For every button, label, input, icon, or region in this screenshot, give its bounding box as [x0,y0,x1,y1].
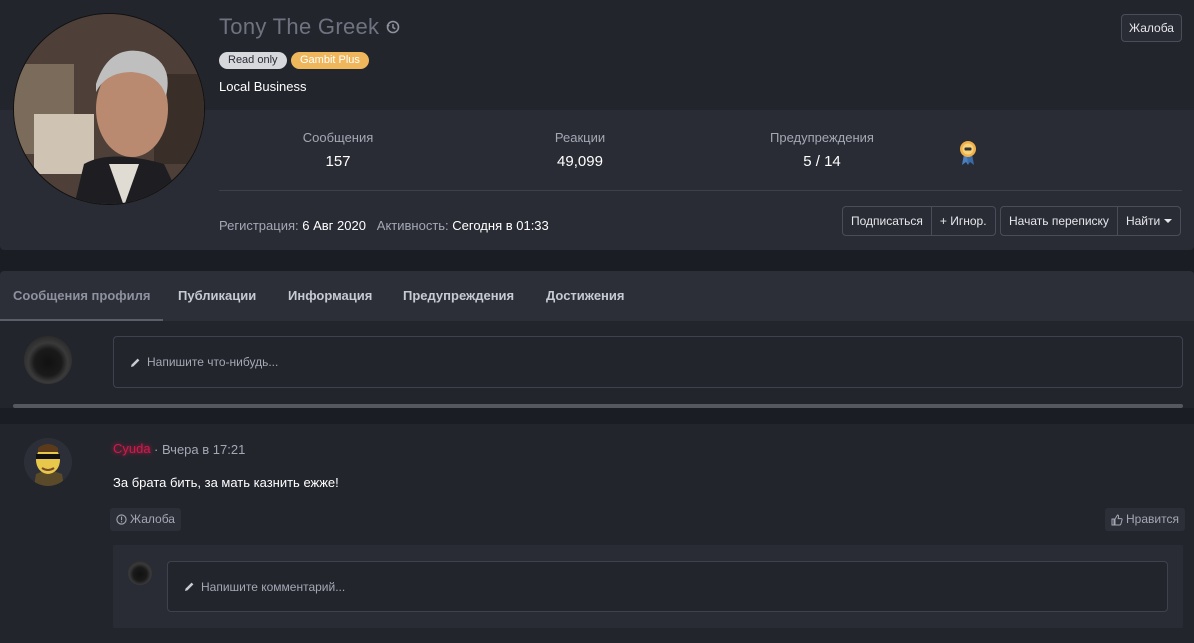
post-author-link[interactable]: Cyuda [113,441,151,456]
stat-messages[interactable]: Сообщения 157 [278,130,398,170]
thumbs-up-icon [1111,513,1123,526]
stat-reactions-label: Реакции [554,130,606,145]
find-dropdown-button[interactable]: Найти [1116,207,1180,235]
trophy-medal-icon[interactable] [958,140,978,166]
profile-username: Tony The Greek [219,14,401,40]
history-icon[interactable] [385,19,401,35]
conversation-find-group: Начать переписку Найти [1000,206,1182,236]
user-title: Local Business [219,79,307,94]
activity-value: Сегодня в 01:33 [452,218,549,233]
stat-reactions[interactable]: Реакции 49,099 [520,130,640,170]
stats-divider [219,190,1182,191]
caret-down-icon [1164,219,1173,223]
report-post-label: Жалоба [130,512,175,526]
report-icon [116,514,127,525]
profile-post-input[interactable]: Напишите что-нибудь... [113,336,1183,388]
post-body: За брата бить, за мать казнить ежже! [113,475,339,490]
registration-label: Регистрация: [219,218,299,233]
comment-user-avatar[interactable] [128,561,152,585]
pencil-icon [184,581,195,592]
username-text: Tony The Greek [219,14,380,39]
post-author-avatar[interactable] [24,438,72,486]
like-button[interactable]: Нравится [1105,508,1185,531]
tab-publications[interactable]: Публикации [178,271,256,321]
stat-messages-label: Сообщения [302,130,374,145]
post-timestamp[interactable]: · Вчера в 17:21 [154,442,245,457]
pencil-icon [130,357,141,368]
follow-button[interactable]: Подписаться [843,207,931,235]
find-label: Найти [1125,214,1161,228]
follow-ignore-group: Подписаться + Игнор. [842,206,996,236]
registration-line: Регистрация: 6 Авг 2020 Активность: Сего… [219,218,549,233]
comment-placeholder: Напишите комментарий... [201,579,346,594]
ignore-button[interactable]: + Игнор. [930,207,995,235]
start-conversation-button[interactable]: Начать переписку [1001,207,1117,235]
like-label: Нравится [1126,512,1179,526]
horizontal-scrollbar[interactable] [13,404,1183,408]
tab-achievements[interactable]: Достижения [546,271,624,321]
read-only-badge: Read only [219,52,287,69]
stat-warnings[interactable]: Предупреждения 5 / 14 [752,130,892,170]
tab-information[interactable]: Информация [288,271,372,321]
profile-post-placeholder: Напишите что-нибудь... [147,355,279,369]
report-post-button[interactable]: Жалоба [110,508,181,531]
registration-value: 6 Авг 2020 [302,218,366,233]
stat-reactions-value: 49,099 [557,153,603,170]
profile-avatar[interactable] [13,13,205,205]
stat-warnings-label: Предупреждения [770,130,874,145]
report-profile-button[interactable]: Жалоба [1121,14,1182,42]
gambit-plus-badge: Gambit Plus [291,52,369,69]
stat-warnings-value: 5 / 14 [803,153,841,170]
tab-warnings[interactable]: Предупреждения [403,271,514,321]
tab-profile-posts[interactable]: Сообщения профиля [0,271,164,321]
activity-label: Активность: [376,218,449,233]
comment-input[interactable]: Напишите комментарий... [167,561,1168,612]
current-user-avatar[interactable] [24,336,72,384]
stat-messages-value: 157 [325,153,351,170]
